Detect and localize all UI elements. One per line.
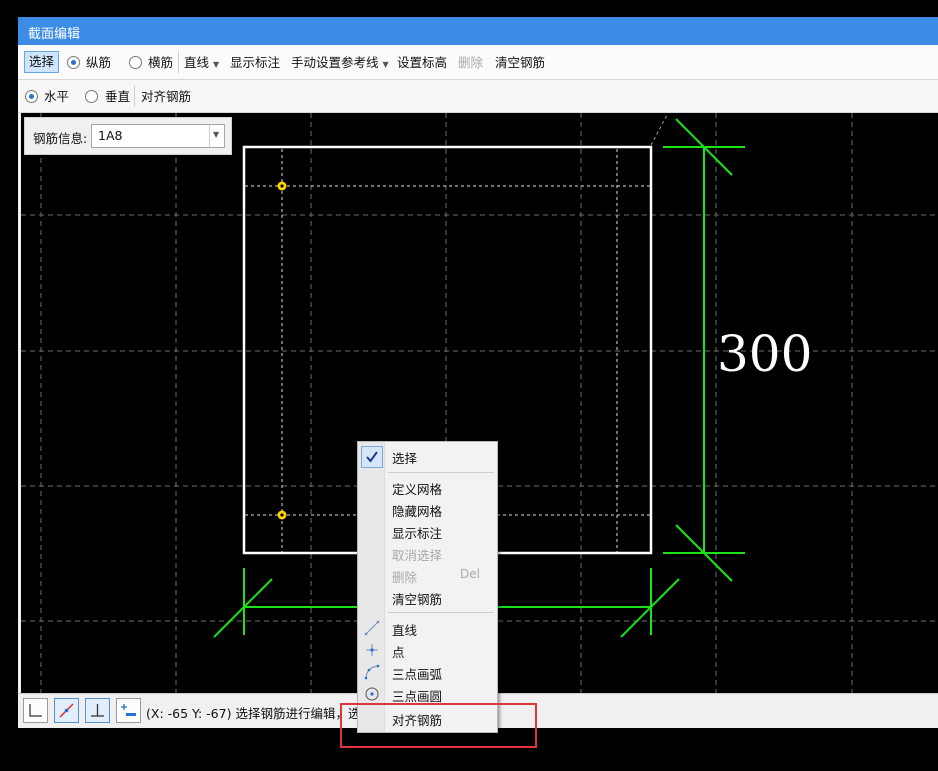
snap-line-button[interactable] <box>54 698 79 723</box>
menu-item-select-label: 选择 <box>392 451 418 466</box>
menu-item-delete-label: 删除 <box>392 570 418 585</box>
check-icon <box>361 446 383 468</box>
circle-tool-icon <box>364 686 380 702</box>
transverse-label[interactable]: 横筋 <box>148 54 173 72</box>
context-menu: 选择 定义网格 隐藏网格 显示标注 取消选择 删除 Del 清空钢筋 直线 点 … <box>357 441 498 733</box>
rebar-point[interactable] <box>277 181 287 191</box>
chevron-down-icon: ▼ <box>213 60 220 69</box>
point-tool-icon <box>364 642 380 658</box>
vertical-radio[interactable] <box>85 90 98 103</box>
title-bar: 截面编辑 <box>18 17 938 45</box>
show-dims-button[interactable]: 显示标注 <box>230 54 280 72</box>
rebar-info-panel: 钢筋信息: 1A8 ▼ <box>24 117 232 155</box>
manual-ref-dropdown-button[interactable]: 手动设置参考线 ▼ <box>291 54 389 72</box>
menu-item-arc-label: 三点画弧 <box>392 667 443 682</box>
menu-item-arc[interactable]: 三点画弧 <box>358 661 497 683</box>
align-rebar-button[interactable]: 对齐钢筋 <box>141 88 191 106</box>
toolbar-divider <box>134 85 135 107</box>
menu-item-clear-rebar[interactable]: 清空钢筋 <box>358 586 497 608</box>
longitudinal-radio[interactable] <box>67 56 80 69</box>
chevron-down-icon: ▼ <box>382 60 389 69</box>
horizontal-label[interactable]: 水平 <box>44 88 69 106</box>
rebar-info-label: 钢筋信息: <box>33 131 88 146</box>
manual-ref-label: 手动设置参考线 <box>291 55 379 70</box>
toolbar-divider <box>178 51 179 73</box>
combo-divider <box>209 125 210 147</box>
chevron-down-icon[interactable]: ▼ <box>213 130 219 139</box>
menu-item-define-grid[interactable]: 定义网格 <box>358 476 497 498</box>
orthogonal-snap-button[interactable] <box>23 698 48 723</box>
status-text: (X: -65 Y: -67) 选择钢筋进行编辑，选择 <box>146 706 373 721</box>
menu-item-line-label: 直线 <box>392 623 418 638</box>
rebar-info-select[interactable]: 1A8 ▼ <box>91 124 225 148</box>
menu-item-deselect[interactable]: 取消选择 <box>358 542 497 564</box>
menu-item-delete[interactable]: 删除 Del <box>358 564 497 586</box>
delete-button[interactable]: 删除 <box>458 54 483 72</box>
arc-tool-icon <box>364 664 380 680</box>
menu-item-clear-rebar-label: 清空钢筋 <box>392 592 443 607</box>
menu-item-line[interactable]: 直线 <box>358 617 497 639</box>
horizontal-radio[interactable] <box>25 90 38 103</box>
menu-item-show-dims[interactable]: 显示标注 <box>358 520 497 542</box>
main-toolbar: 选择 纵筋 横筋 直线 ▼ 显示标注 手动设置参考线 ▼ 设置标高 删除 清空钢… <box>18 45 938 80</box>
menu-item-define-grid-label: 定义网格 <box>392 482 443 497</box>
select-button[interactable]: 选择 <box>24 51 60 73</box>
menu-separator <box>388 472 494 473</box>
longitudinal-label[interactable]: 纵筋 <box>86 54 111 72</box>
line-label: 直线 <box>184 55 210 70</box>
menu-item-select[interactable]: 选择 <box>358 445 497 468</box>
menu-item-point[interactable]: 点 <box>358 639 497 661</box>
line-dropdown-button[interactable]: 直线 ▼ <box>184 54 219 72</box>
rebar-point[interactable] <box>277 510 287 520</box>
set-elevation-button[interactable]: 设置标高 <box>397 54 447 72</box>
menu-item-circle[interactable]: 三点画圆 <box>358 683 497 705</box>
rebar-info-value: 1A8 <box>98 128 123 143</box>
axis-icon <box>29 704 42 717</box>
transverse-radio[interactable] <box>129 56 142 69</box>
dimension-snap-button[interactable] <box>116 698 141 723</box>
menu-item-hide-grid[interactable]: 隐藏网格 <box>358 498 497 520</box>
menu-separator <box>388 612 494 613</box>
menu-item-show-dims-label: 显示标注 <box>392 526 443 541</box>
menu-item-point-label: 点 <box>392 645 405 660</box>
highlight-box <box>340 703 537 748</box>
window-title: 截面编辑 <box>28 27 81 42</box>
menu-item-deselect-label: 取消选择 <box>392 548 443 563</box>
perpendicular-icon <box>91 704 104 717</box>
vertical-label[interactable]: 垂直 <box>105 88 130 106</box>
clear-rebar-button[interactable]: 清空钢筋 <box>495 54 545 72</box>
secondary-toolbar: 水平 垂直 对齐钢筋 <box>18 80 938 113</box>
vertical-dimension-label: 300 <box>717 325 812 383</box>
menu-item-hide-grid-label: 隐藏网格 <box>392 504 443 519</box>
add-dimension-icon <box>121 704 136 716</box>
perpendicular-snap-button[interactable] <box>85 698 110 723</box>
diagonal-snap-icon <box>59 703 74 718</box>
line-tool-icon <box>364 620 380 636</box>
menu-item-delete-shortcut: Del <box>460 567 480 581</box>
